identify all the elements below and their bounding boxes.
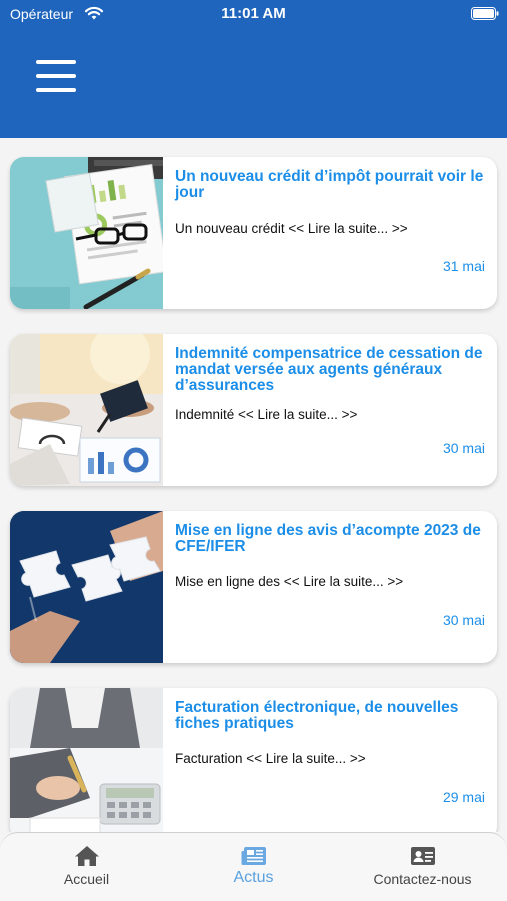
article-date: 30 mai [442, 612, 485, 628]
article-title: Mise en ligne des avis d’acompte 2023 de… [175, 522, 481, 555]
article-date: 31 mai [442, 258, 485, 274]
tab-label: Accueil [63, 871, 110, 887]
status-time: 11:01 AM [221, 5, 286, 22]
article-card[interactable]: Facturation électronique, de nouvelles f… [10, 688, 497, 832]
hamburger-menu-icon[interactable] [32, 56, 80, 96]
article-thumbnail [10, 688, 163, 832]
article-thumbnail [10, 157, 163, 309]
article-thumbnail [10, 334, 163, 486]
home-icon [75, 846, 99, 866]
article-excerpt: Facturation << Lire la suite... >> [175, 751, 366, 766]
article-card[interactable]: Un nouveau crédit d’impôt pourrait voir … [10, 157, 497, 309]
tab-accueil[interactable]: Accueil [2, 833, 171, 901]
article-date: 29 mai [442, 789, 485, 805]
tab-actus[interactable]: Actus [169, 833, 338, 901]
article-title: Indemnité compensatrice de cessation de … [175, 345, 483, 394]
article-card[interactable]: Mise en ligne des avis d’acompte 2023 de… [10, 511, 497, 663]
status-bar: Opérateur 11:01 AM [0, 0, 507, 30]
news-icon [241, 847, 266, 865]
article-excerpt: Mise en ligne des << Lire la suite... >> [175, 574, 404, 589]
article-excerpt: Un nouveau crédit << Lire la suite... >> [175, 221, 408, 236]
article-excerpt: Indemnité << Lire la suite... >> [175, 407, 358, 422]
contact-card-icon [411, 847, 435, 865]
news-feed[interactable]: Un nouveau crédit d’impôt pourrait voir … [0, 138, 507, 832]
battery-icon [471, 7, 499, 20]
article-date: 30 mai [442, 440, 485, 456]
tab-label: Contactez-nous [373, 871, 472, 887]
app-header: Opérateur 11:01 AM [0, 0, 507, 138]
article-card[interactable]: Indemnité compensatrice de cessation de … [10, 334, 497, 486]
article-title: Facturation électronique, de nouvelles f… [175, 699, 459, 732]
tab-contactez-nous[interactable]: Contactez-nous [338, 833, 507, 901]
article-thumbnail [10, 511, 163, 663]
article-title: Un nouveau crédit d’impôt pourrait voir … [175, 168, 484, 201]
bottom-tab-bar: Accueil Actus Contactez-nous [0, 832, 507, 901]
tab-label: Actus [233, 869, 274, 886]
